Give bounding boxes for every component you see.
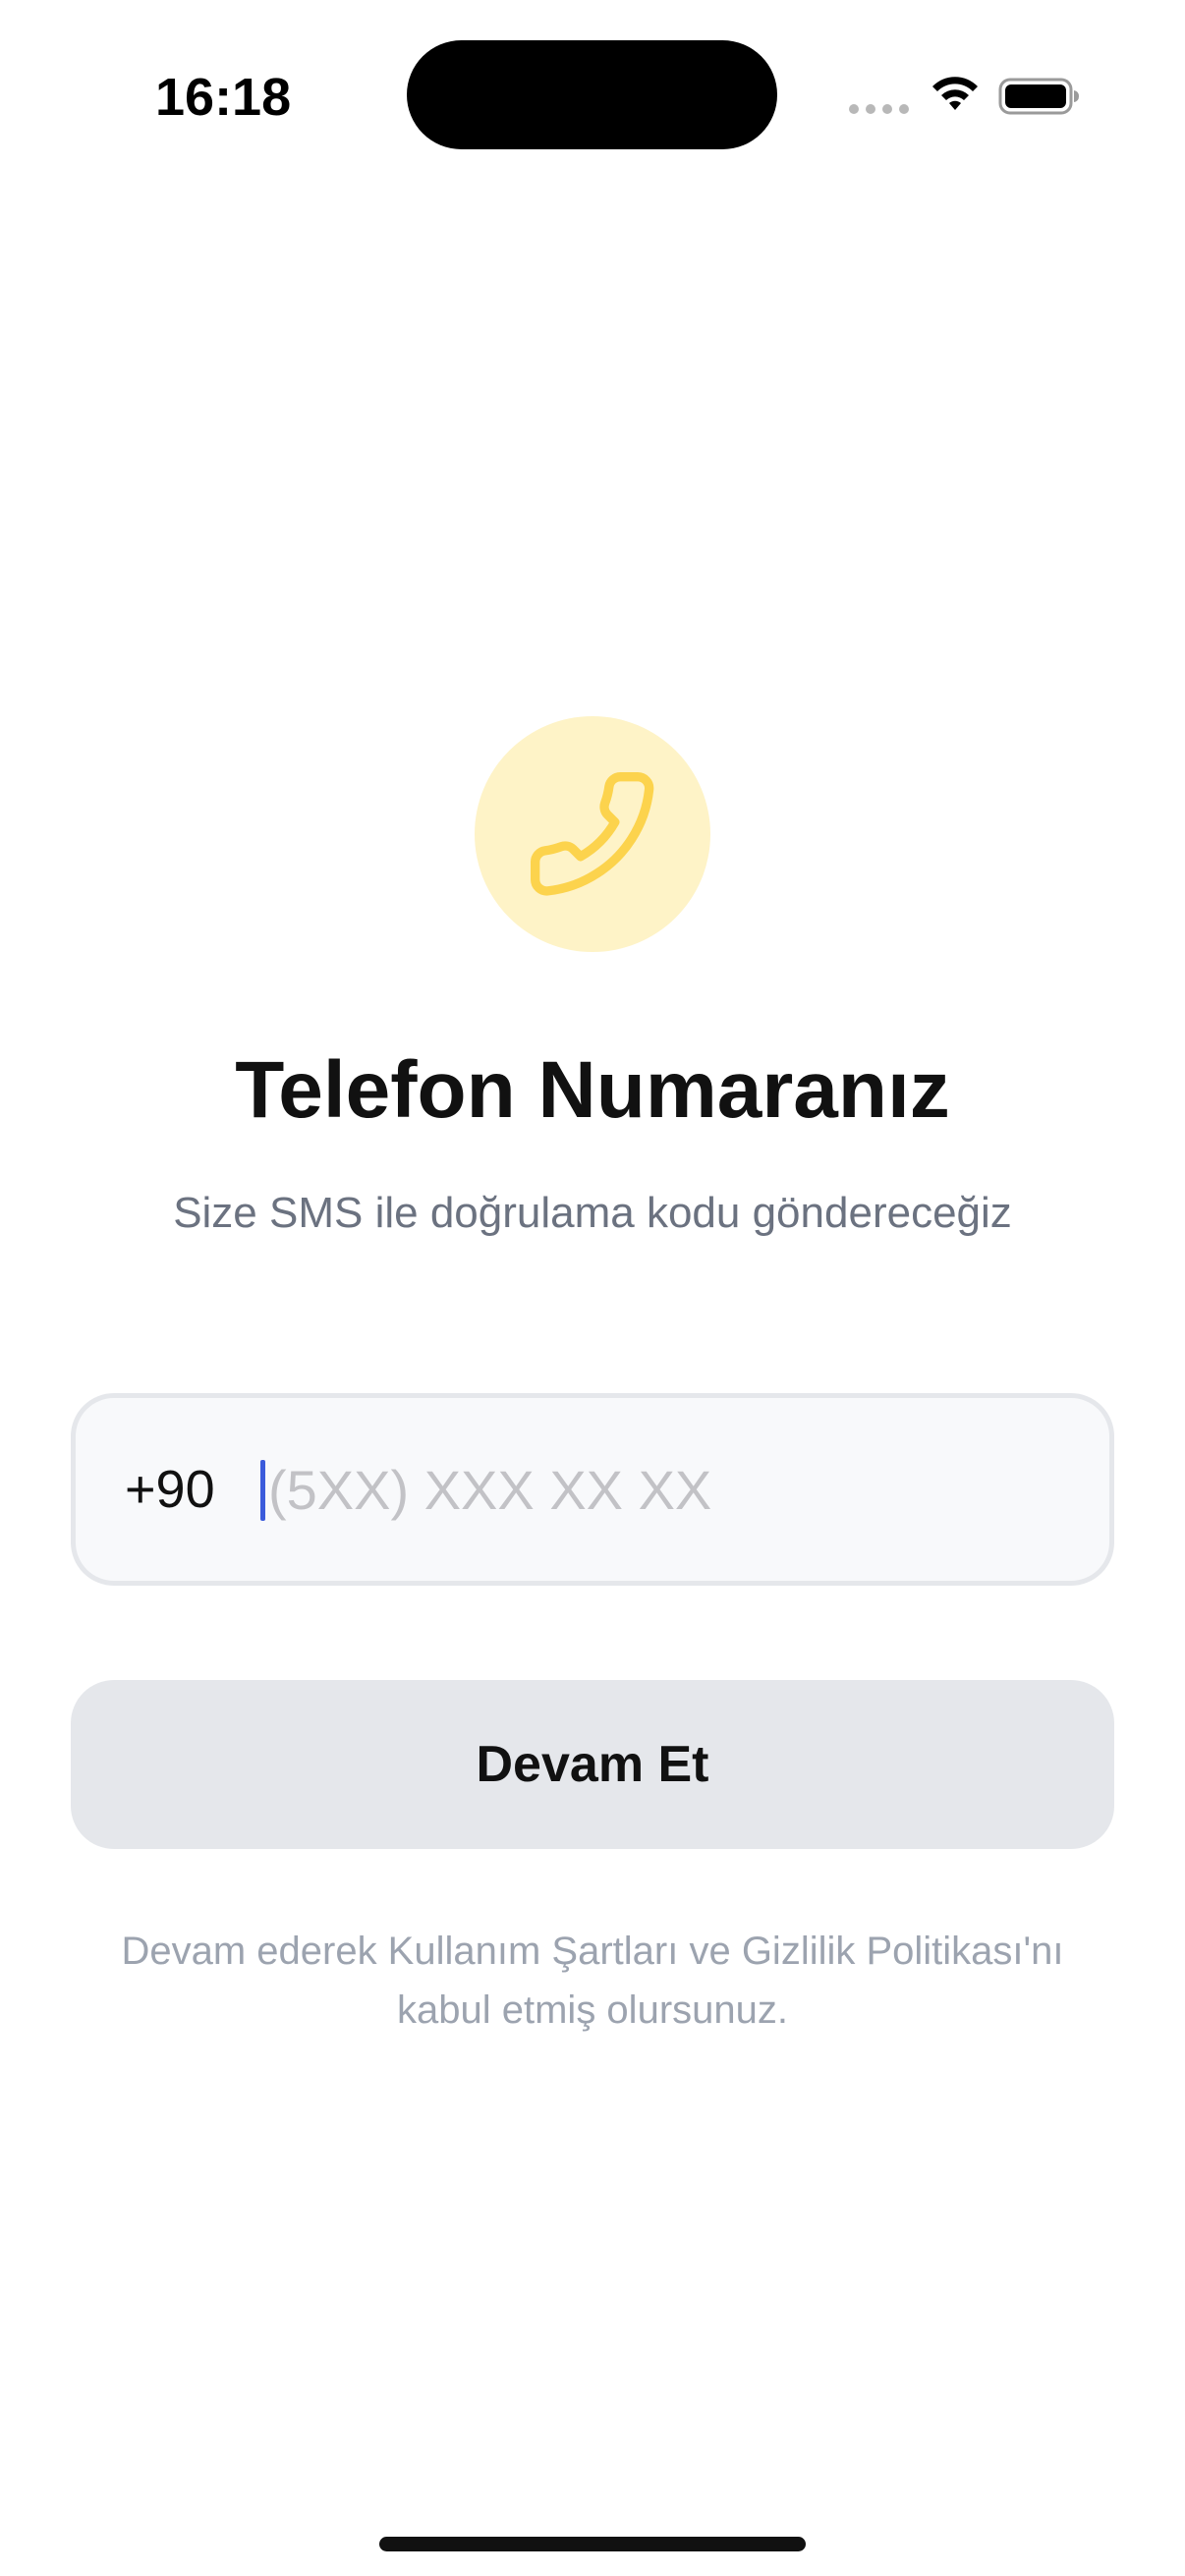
dynamic-island [407,40,777,149]
text-caret [260,1460,265,1521]
cellular-signal-icon [849,104,909,114]
page-subtitle: Size SMS ile doğrulama kodu göndereceğiz [173,1189,1012,1237]
phone-badge [475,716,710,952]
phone-icon [530,772,654,896]
home-indicator[interactable] [379,2537,806,2551]
terms-notice: Devam ederek Kullanım Şartları ve Gizlil… [59,1922,1126,2040]
terms-line-1: Devam ederek Kullanım Şartları ve Gizlil… [121,1930,1064,1973]
country-code[interactable]: +90 [125,1398,215,1581]
phone-number-field[interactable]: +90 [71,1393,1114,1586]
wifi-icon [932,77,978,110]
status-bar-time: 16:18 [155,68,292,127]
phone-number-input[interactable] [268,1398,1074,1581]
page-title: Telefon Numaranız [235,1045,950,1135]
continue-button[interactable]: Devam Et [71,1680,1114,1849]
battery-icon [998,78,1079,115]
terms-line-2: kabul etmiş olursunuz. [397,1988,788,2032]
